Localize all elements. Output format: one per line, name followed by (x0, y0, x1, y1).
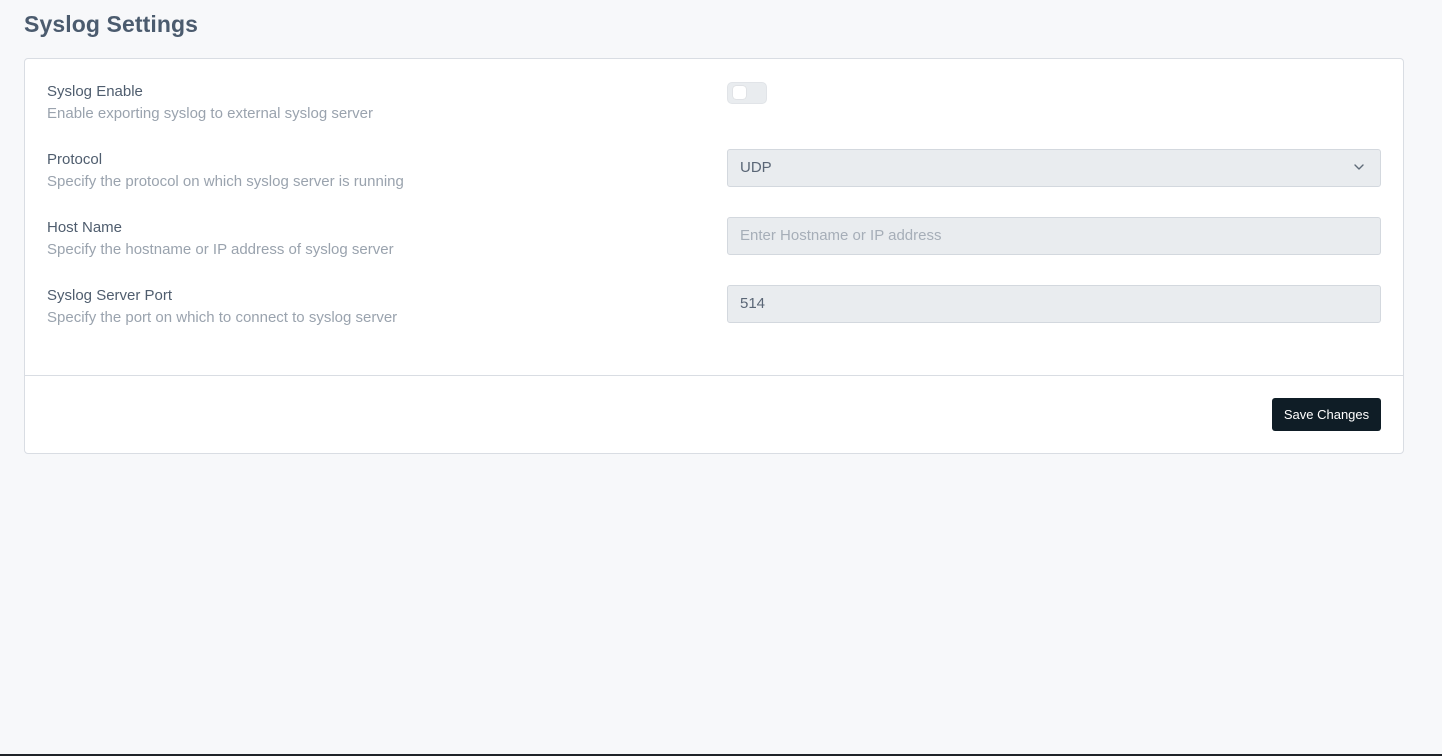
server-port-row: Syslog Server Port Specify the port on w… (47, 285, 1381, 326)
protocol-select[interactable]: UDP (727, 149, 1381, 187)
syslog-enable-toggle[interactable] (727, 82, 767, 104)
protocol-label: Protocol (47, 151, 103, 168)
host-name-description: Specify the hostname or IP address of sy… (47, 241, 394, 258)
protocol-selected-value: UDP (740, 159, 772, 176)
host-name-input[interactable]: Enter Hostname or IP address (727, 217, 1381, 255)
syslog-enable-description: Enable exporting syslog to external sysl… (47, 105, 374, 122)
protocol-row: Protocol Specify the protocol on which s… (47, 149, 1381, 190)
card-divider (25, 375, 1403, 376)
save-changes-button[interactable]: Save Changes (1272, 398, 1381, 431)
protocol-description: Specify the protocol on which syslog ser… (47, 173, 404, 190)
toggle-knob (733, 86, 746, 99)
server-port-value: 514 (740, 295, 766, 312)
host-name-row: Host Name Specify the hostname or IP add… (47, 217, 1381, 258)
server-port-input[interactable]: 514 (727, 285, 1381, 323)
host-name-placeholder: Enter Hostname or IP address (740, 227, 942, 244)
page-title: Syslog Settings (24, 11, 199, 37)
host-name-label: Host Name (47, 219, 123, 236)
syslog-enable-row: Syslog Enable Enable exporting syslog to… (47, 82, 1381, 122)
syslog-enable-label: Syslog Enable (47, 83, 143, 100)
server-port-label: Syslog Server Port (47, 287, 173, 304)
syslog-settings-card: Syslog Enable Enable exporting syslog to… (24, 58, 1404, 454)
server-port-description: Specify the port on which to connect to … (47, 309, 398, 326)
chevron-down-icon (1354, 164, 1364, 170)
